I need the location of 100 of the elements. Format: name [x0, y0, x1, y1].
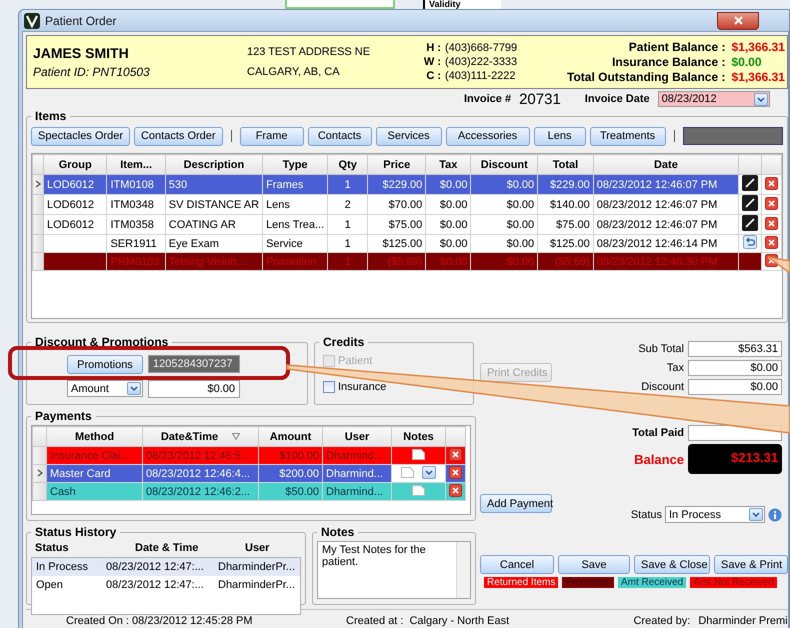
column-header[interactable]: User	[322, 426, 392, 446]
table-cell: Promotion	[262, 252, 328, 270]
column-header[interactable]: Notes	[392, 426, 446, 446]
pencil-icon[interactable]	[742, 215, 758, 231]
pencil-icon[interactable]	[742, 195, 758, 211]
close-button[interactable]	[717, 12, 759, 30]
action-button[interactable]: Save & Print	[714, 555, 788, 574]
column-header[interactable]: Qty	[328, 154, 368, 174]
notes-textarea[interactable]: My Test Notes for the patient.	[317, 541, 471, 599]
table-cell: 08/23/2012 12:46:14 PM	[593, 234, 739, 252]
row-selector[interactable]	[32, 174, 44, 194]
delete-icon[interactable]	[449, 466, 462, 478]
phone-number: (403)222-3333	[445, 56, 518, 68]
category-button[interactable]: Lens	[534, 126, 586, 146]
action-button[interactable]: Cancel	[480, 555, 554, 574]
column-header[interactable]: Date	[593, 154, 739, 174]
order-button[interactable]: Spectacles Order	[31, 126, 130, 146]
order-button[interactable]: Contacts Order	[134, 126, 223, 146]
status-select[interactable]: In Process	[665, 506, 765, 523]
add-payment-button[interactable]: Add Payment	[480, 494, 552, 513]
table-cell: Lens	[262, 194, 328, 214]
legend-swatch: Amt Not Received	[690, 577, 777, 588]
table-cell	[43, 252, 107, 270]
column-header[interactable]: Tax	[426, 154, 471, 174]
promotions-button[interactable]: Promotions	[67, 355, 143, 374]
patient-name: JAMES SMITH	[33, 45, 130, 61]
column-header[interactable]: Amount	[258, 426, 322, 446]
summary-label: Sub Total	[638, 343, 684, 355]
table-cell: SER1911	[106, 234, 166, 252]
table-cell: COATING AR	[165, 214, 263, 234]
delete-icon[interactable]	[449, 484, 462, 496]
column-header[interactable]: Price	[368, 154, 426, 174]
history-cell-text: 08/23/2012 12:47:...	[105, 561, 205, 573]
table-cell: 1	[328, 252, 368, 270]
category-button[interactable]: Frame	[240, 126, 304, 146]
category-button[interactable]: Services	[376, 126, 442, 146]
column-header[interactable]: Group	[43, 154, 107, 174]
history-row[interactable]: In Process 08/23/2012 12:47:... DharminderPr...	[32, 558, 300, 576]
column-header[interactable]: Date&Time	[142, 426, 258, 446]
delete-icon[interactable]	[764, 176, 778, 190]
table-cell: $125.00	[368, 234, 426, 252]
category-button[interactable]: Treatments	[590, 126, 666, 146]
table-cell: $0.00	[426, 194, 471, 214]
total-paid-label: Total Paid	[632, 427, 684, 439]
column-header[interactable]: Method	[46, 426, 142, 446]
column-header[interactable]: Discount	[470, 154, 538, 174]
column-header[interactable]: Type	[262, 154, 328, 174]
table-cell: Insurance Clai...	[46, 446, 142, 464]
promo-code-field[interactable]: 1205284307237	[148, 355, 240, 373]
invoice-date-label: Invoice Date	[584, 93, 650, 105]
column-header[interactable]: Description	[165, 154, 263, 174]
group-title: Items	[34, 109, 68, 123]
table-cell: $0.00	[426, 214, 471, 234]
action-button[interactable]: Save	[558, 555, 630, 574]
table-cell: $140.00	[538, 194, 594, 214]
info-icon[interactable]	[768, 508, 782, 522]
discount-type-select[interactable]: Amount	[67, 380, 143, 397]
table-cell: $70.00	[368, 194, 426, 214]
dropdown-caret-icon	[752, 512, 760, 517]
dropdown-button[interactable]	[422, 466, 436, 479]
table-cell: $100.00	[258, 446, 322, 464]
table-cell: $0.00	[470, 194, 538, 214]
dropdown-button[interactable]	[127, 382, 141, 395]
balance-label: Insurance Balance :	[611, 55, 726, 69]
table-cell: $0.00	[470, 234, 538, 252]
table-cell: Dharmind...	[322, 446, 392, 464]
table-cell: $125.00	[538, 234, 594, 252]
status-label: Status	[630, 508, 662, 520]
balance-label: Patient Balance :	[628, 40, 726, 54]
history-cell-text: DharminderPr...	[217, 579, 294, 591]
column-header[interactable]: Total	[538, 154, 594, 174]
credit-checkbox[interactable]: Insurance	[323, 381, 386, 393]
table-cell: 530	[165, 174, 263, 194]
category-button[interactable]: Contacts	[308, 126, 372, 146]
discount-value-field[interactable]: $0.00	[148, 380, 240, 398]
pencil-icon[interactable]	[742, 175, 758, 191]
table-cell: 08/23/2012 12:46:07 PM	[593, 194, 739, 214]
delete-icon[interactable]	[764, 216, 778, 230]
invoice-date-field[interactable]: 08/23/2012	[658, 91, 770, 107]
table-cell: Tetsing Vision...	[165, 252, 263, 270]
table-cell: ITM0358	[106, 214, 166, 234]
created-at-value: Calgary - North East	[409, 614, 510, 626]
note-icon[interactable]	[412, 448, 425, 460]
summary-value: $0.00	[688, 360, 782, 376]
category-button[interactable]: Accessories	[446, 126, 530, 146]
column-header[interactable]: Item...	[106, 154, 166, 174]
table-cell: $200.00	[258, 464, 322, 482]
table-cell	[43, 234, 107, 252]
table-cell: $75.00	[538, 214, 594, 234]
dropdown-button[interactable]	[754, 92, 768, 106]
dropdown-caret-icon	[756, 96, 765, 102]
row-selector[interactable]	[32, 464, 46, 482]
action-button[interactable]: Save & Close	[634, 555, 710, 574]
created-by-label: Created by:	[633, 614, 690, 626]
balance-label: Total Outstanding Balance :	[567, 70, 726, 84]
delete-icon[interactable]	[764, 236, 778, 248]
scrollbar[interactable]	[456, 542, 470, 598]
delete-icon[interactable]	[764, 196, 778, 210]
dropdown-button[interactable]	[749, 508, 763, 521]
delete-icon[interactable]	[449, 448, 462, 460]
